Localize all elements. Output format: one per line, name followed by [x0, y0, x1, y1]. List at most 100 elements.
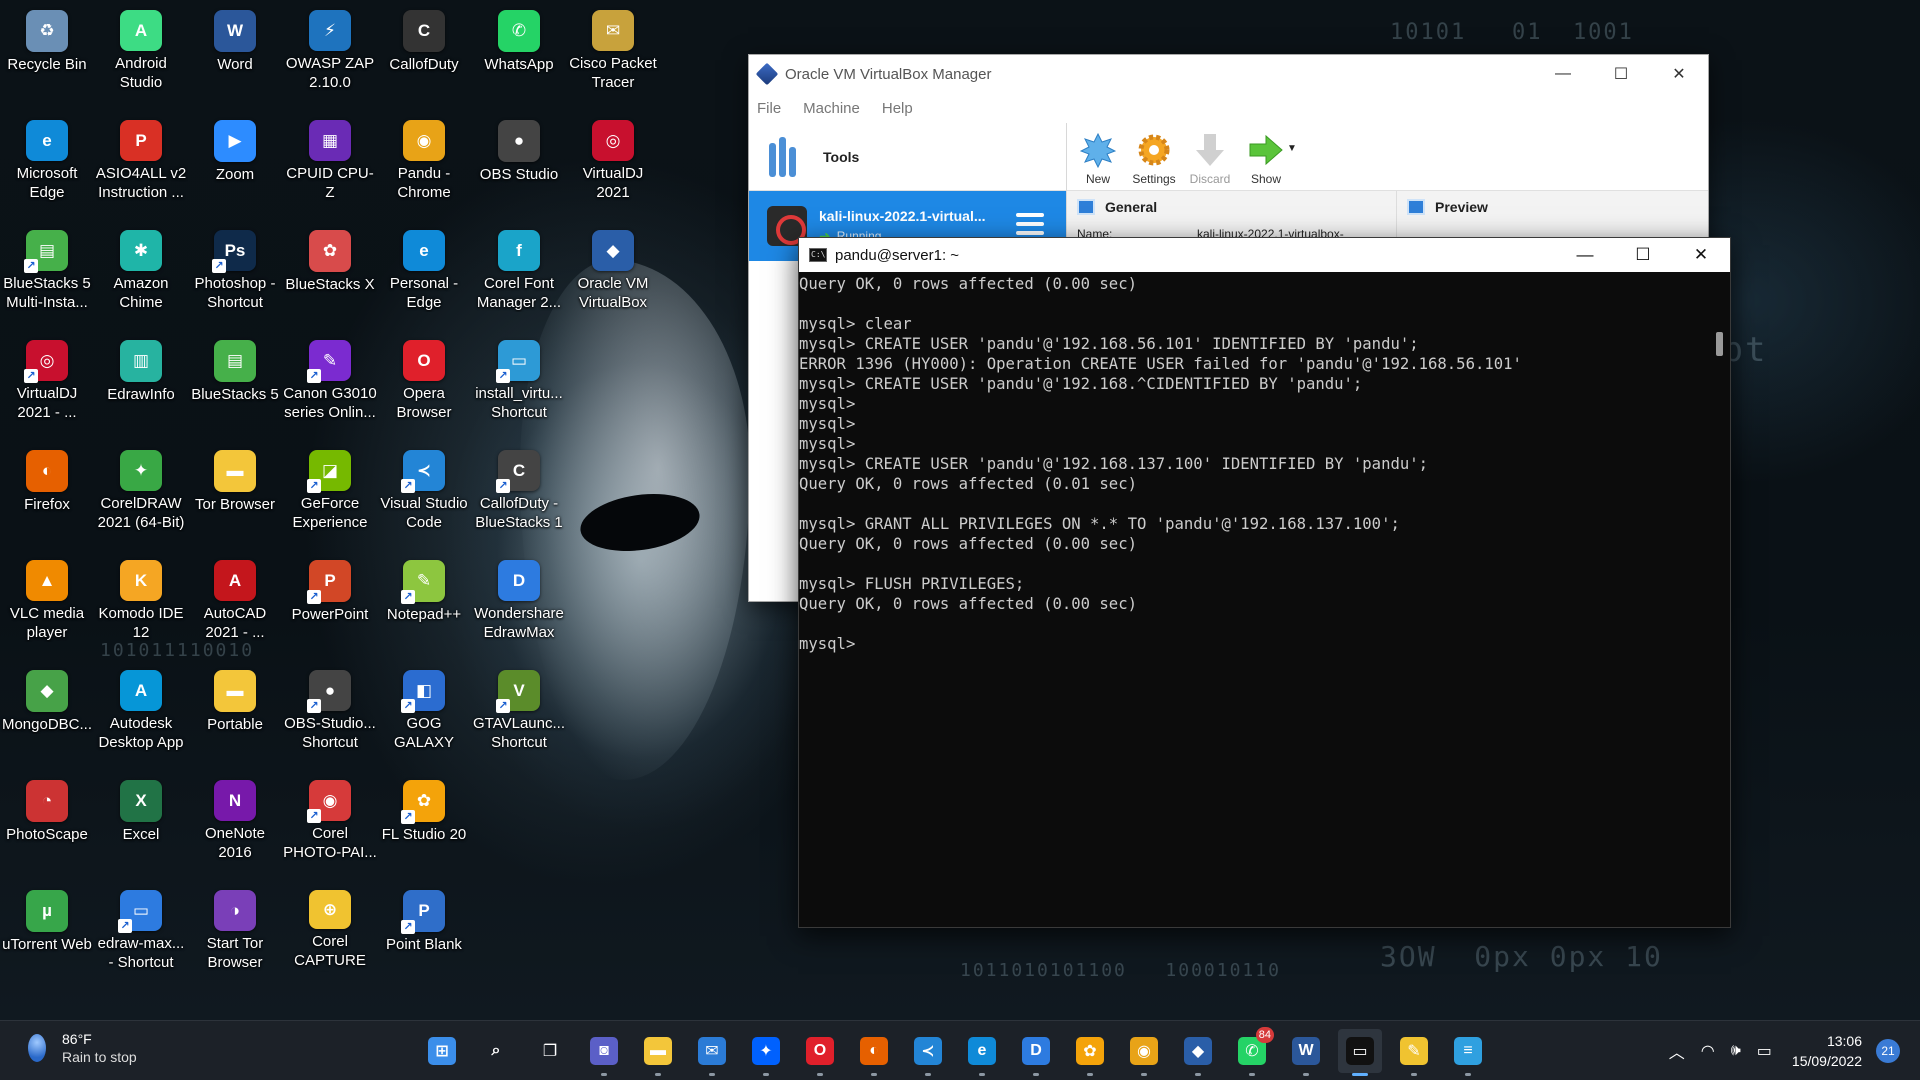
terminal-titlebar[interactable]: C:\ pandu@server1: ~ — ☐ ✕	[799, 238, 1730, 272]
desktop-icon[interactable]: O Opera Browser	[377, 334, 471, 422]
terminal-output[interactable]: Query OK, 0 rows affected (0.00 sec) mysq…	[799, 272, 1710, 927]
desktop-icon[interactable]: ♻ Recycle Bin	[0, 4, 94, 92]
notification-badge[interactable]: 21	[1876, 1039, 1900, 1063]
desktop-icon[interactable]: V ↗ GTAVLaunc... Shortcut	[472, 664, 566, 752]
minimize-button[interactable]: —	[1556, 238, 1614, 272]
clock[interactable]: 13:06 15/09/2022	[1792, 1031, 1862, 1071]
desktop-icon[interactable]: D Wondershare EdrawMax	[472, 554, 566, 642]
desktop-icon[interactable]: ✉ Cisco Packet Tracer	[566, 4, 660, 92]
terminal-window[interactable]: C:\ pandu@server1: ~ — ☐ ✕ Query OK, 0 r…	[798, 237, 1731, 928]
desktop-icon[interactable]: ◉ Pandu - Chrome	[377, 114, 471, 202]
taskbar-virtualbox-button[interactable]: ◆	[1176, 1029, 1220, 1076]
new-button[interactable]: New	[1071, 132, 1125, 190]
desktop-icon[interactable]: ✿ BlueStacks X	[283, 224, 377, 312]
wifi-icon[interactable]: ◠	[1701, 1041, 1715, 1061]
desktop-icon[interactable]: A AutoCAD 2021 - ...	[188, 554, 282, 642]
desktop-icon[interactable]: ◧ ↗ GOG GALAXY	[377, 664, 471, 752]
taskbar-fl-studio-button[interactable]: ✿	[1068, 1029, 1112, 1076]
desktop-icon[interactable]: ⊕ Corel CAPTURE 2...	[283, 884, 377, 972]
desktop-icon[interactable]: ◪ ↗ GeForce Experience	[283, 444, 377, 532]
desktop-icon[interactable]: A Autodesk Desktop App	[94, 664, 188, 752]
chevron-up-icon[interactable]: ︿	[1669, 1039, 1685, 1063]
maximize-button[interactable]: ☐	[1592, 55, 1650, 93]
desktop-icon[interactable]: ▭ ↗ install_virtu... Shortcut	[472, 334, 566, 422]
vbox-titlebar[interactable]: Oracle VM VirtualBox Manager — ☐ ✕	[749, 55, 1708, 93]
desktop-icon[interactable]: ◎ VirtualDJ 2021	[566, 114, 660, 202]
maximize-button[interactable]: ☐	[1614, 238, 1672, 272]
desktop-icon[interactable]: ▬ Tor Browser	[188, 444, 282, 532]
taskbar-start-button[interactable]: ⊞	[420, 1029, 464, 1073]
desktop-icon[interactable]: ● OBS Studio	[472, 114, 566, 202]
desktop-icon[interactable]: P ↗ Point Blank	[377, 884, 471, 972]
desktop-icon[interactable]: µ uTorrent Web	[0, 884, 94, 972]
minimize-button[interactable]: —	[1534, 55, 1592, 93]
desktop-icon[interactable]: ▤ BlueStacks 5	[188, 334, 282, 422]
volume-icon[interactable]: 🕪	[1731, 1042, 1741, 1060]
tools-item[interactable]: Tools	[749, 123, 1066, 191]
weather-widget[interactable]: 86°F Rain to stop	[28, 1031, 137, 1065]
desktop-icon[interactable]: C ↗ CallofDuty - BlueStacks 1	[472, 444, 566, 532]
close-button[interactable]: ✕	[1672, 238, 1730, 272]
desktop-icon[interactable]: e Microsoft Edge	[0, 114, 94, 202]
show-dropdown-icon[interactable]: ▼	[1287, 143, 1297, 154]
desktop-icon[interactable]: ▭ ↗ edraw-max... - Shortcut	[94, 884, 188, 972]
scrollbar-thumb[interactable]	[1716, 332, 1723, 356]
taskbar-file-explorer-button[interactable]: ▬	[636, 1029, 680, 1076]
vm-menu-icon[interactable]	[1016, 213, 1044, 240]
desktop-icon[interactable]: ▶ Zoom	[188, 114, 282, 202]
desktop-icon[interactable]: ✱ Amazon Chime	[94, 224, 188, 312]
desktop-icon[interactable]: e Personal - Edge	[377, 224, 471, 312]
desktop-icon[interactable]: ✿ ↗ FL Studio 20	[377, 774, 471, 862]
desktop-icon[interactable]: ● ↗ OBS-Studio... Shortcut	[283, 664, 377, 752]
desktop-icon[interactable]: ✆ WhatsApp	[472, 4, 566, 92]
desktop-icon[interactable]: ≺ ↗ Visual Studio Code	[377, 444, 471, 532]
taskbar-terminal-button[interactable]: ▭	[1338, 1029, 1382, 1076]
desktop-icon[interactable]: P ↗ PowerPoint	[283, 554, 377, 642]
taskbar-corel-button[interactable]: ✎	[1392, 1029, 1436, 1076]
desktop-icon[interactable]: P ASIO4ALL v2 Instruction ...	[94, 114, 188, 202]
desktop-icon[interactable]: K Komodo IDE 12	[94, 554, 188, 642]
taskbar-dropbox-button[interactable]: ✦	[744, 1029, 788, 1076]
desktop-icon[interactable]: ✎ ↗ Notepad++	[377, 554, 471, 642]
close-button[interactable]: ✕	[1650, 55, 1708, 93]
desktop-icon[interactable]: ▥ EdrawInfo	[94, 334, 188, 422]
desktop-icon[interactable]: A Android Studio	[94, 4, 188, 92]
desktop-icon[interactable]: ▤ ↗ BlueStacks 5 Multi-Insta...	[0, 224, 94, 312]
terminal-scrollbar[interactable]	[1710, 272, 1730, 927]
desktop-icon[interactable]: Ps ↗ Photoshop - Shortcut	[188, 224, 282, 312]
taskbar-edge-button[interactable]: e	[960, 1029, 1004, 1076]
taskbar-opera-button[interactable]: O	[798, 1029, 842, 1076]
desktop-icon[interactable]: ◐ Firefox	[0, 444, 94, 532]
taskbar-chat-button[interactable]: ◙	[582, 1029, 626, 1076]
desktop-icon[interactable]: ⚡ OWASP ZAP 2.10.0	[283, 4, 377, 92]
desktop-icon[interactable]: W Word	[188, 4, 282, 92]
menu-help[interactable]: Help	[882, 100, 913, 117]
desktop-icon[interactable]: ✦ CorelDRAW 2021 (64-Bit)	[94, 444, 188, 532]
taskbar-whatsapp-button[interactable]: ✆ 84	[1230, 1027, 1274, 1076]
taskbar-mail-button[interactable]: ✉	[690, 1029, 734, 1076]
settings-button[interactable]: Settings	[1127, 132, 1181, 190]
taskbar-task-view-button[interactable]: ❐	[528, 1029, 572, 1073]
desktop-icon[interactable]: N OneNote 2016	[188, 774, 282, 862]
battery-icon[interactable]: ▭	[1757, 1041, 1772, 1061]
desktop-icon[interactable]: ▲ VLC media player	[0, 554, 94, 642]
desktop-icon[interactable]: ◆ Oracle VM VirtualBox	[566, 224, 660, 312]
desktop-icon[interactable]: ▬ Portable	[188, 664, 282, 752]
taskbar-firefox-button[interactable]: ◐	[852, 1029, 896, 1076]
menu-machine[interactable]: Machine	[803, 100, 860, 117]
menu-file[interactable]: File	[757, 100, 781, 117]
desktop-icon[interactable]: f Corel Font Manager 2...	[472, 224, 566, 312]
taskbar-word-button[interactable]: W	[1284, 1029, 1328, 1076]
desktop-icon[interactable]: ◆ MongoDBC...	[0, 664, 94, 752]
desktop-icon[interactable]: ◎ ↗ VirtualDJ 2021 - ...	[0, 334, 94, 422]
taskbar-edrawmax-button[interactable]: D	[1014, 1029, 1058, 1076]
taskbar-chrome-button[interactable]: ◉	[1122, 1029, 1166, 1076]
desktop-icon[interactable]: ▦ CPUID CPU-Z	[283, 114, 377, 202]
desktop-icon[interactable]: ◉ ↗ Corel PHOTO-PAI...	[283, 774, 377, 862]
show-button[interactable]: Show	[1239, 132, 1293, 190]
desktop-icon[interactable]: ◑ Start Tor Browser	[188, 884, 282, 972]
taskbar-vscode-button[interactable]: ≺	[906, 1029, 950, 1076]
taskbar-notepad-button[interactable]: ≡	[1446, 1029, 1490, 1076]
desktop-icon[interactable]: ✎ ↗ Canon G3010 series Onlin...	[283, 334, 377, 422]
taskbar-search-button[interactable]: ⌕	[474, 1029, 518, 1073]
